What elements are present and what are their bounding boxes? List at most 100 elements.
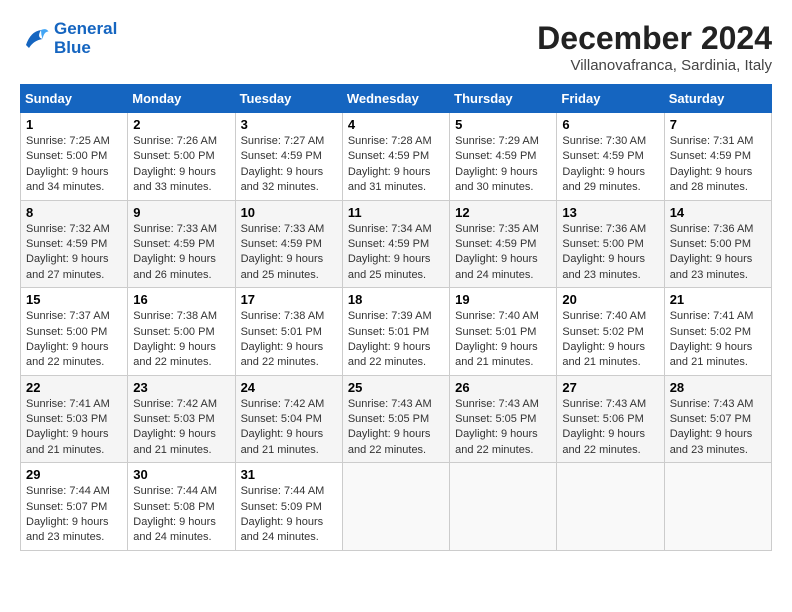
day-number: 6 (562, 117, 658, 132)
day-info: Sunrise: 7:32 AMSunset: 4:59 PMDaylight:… (26, 223, 110, 281)
day-info: Sunrise: 7:44 AMSunset: 5:09 PMDaylight:… (241, 485, 325, 543)
calendar-header-cell: Thursday (450, 85, 557, 113)
logo: General Blue (20, 20, 117, 57)
calendar-header-cell: Tuesday (235, 85, 342, 113)
day-info: Sunrise: 7:39 AMSunset: 5:01 PMDaylight:… (348, 310, 432, 368)
location: Villanovafranca, Sardinia, Italy (537, 57, 772, 74)
day-info: Sunrise: 7:43 AMSunset: 5:05 PMDaylight:… (455, 398, 539, 456)
title-block: December 2024 Villanovafranca, Sardinia,… (537, 20, 772, 74)
day-info: Sunrise: 7:44 AMSunset: 5:07 PMDaylight:… (26, 485, 110, 543)
calendar-week-row: 8 Sunrise: 7:32 AMSunset: 4:59 PMDayligh… (21, 200, 772, 288)
calendar-day-cell: 4 Sunrise: 7:28 AMSunset: 4:59 PMDayligh… (342, 113, 449, 201)
calendar-day-cell: 22 Sunrise: 7:41 AMSunset: 5:03 PMDaylig… (21, 375, 128, 463)
day-number: 11 (348, 205, 444, 220)
calendar-day-cell: 8 Sunrise: 7:32 AMSunset: 4:59 PMDayligh… (21, 200, 128, 288)
day-info: Sunrise: 7:26 AMSunset: 5:00 PMDaylight:… (133, 135, 217, 193)
day-info: Sunrise: 7:36 AMSunset: 5:00 PMDaylight:… (670, 223, 754, 281)
page-header: General Blue December 2024 Villanovafran… (20, 20, 772, 74)
day-info: Sunrise: 7:43 AMSunset: 5:06 PMDaylight:… (562, 398, 646, 456)
day-number: 26 (455, 380, 551, 395)
calendar-table: SundayMondayTuesdayWednesdayThursdayFrid… (20, 84, 772, 551)
calendar-day-cell: 2 Sunrise: 7:26 AMSunset: 5:00 PMDayligh… (128, 113, 235, 201)
calendar-day-cell: 12 Sunrise: 7:35 AMSunset: 4:59 PMDaylig… (450, 200, 557, 288)
calendar-week-row: 15 Sunrise: 7:37 AMSunset: 5:00 PMDaylig… (21, 288, 772, 376)
day-number: 8 (26, 205, 122, 220)
calendar-day-cell: 5 Sunrise: 7:29 AMSunset: 4:59 PMDayligh… (450, 113, 557, 201)
day-number: 22 (26, 380, 122, 395)
day-number: 12 (455, 205, 551, 220)
day-number: 29 (26, 467, 122, 482)
day-number: 16 (133, 292, 229, 307)
calendar-header-cell: Sunday (21, 85, 128, 113)
day-info: Sunrise: 7:27 AMSunset: 4:59 PMDaylight:… (241, 135, 325, 193)
calendar-day-cell: 23 Sunrise: 7:42 AMSunset: 5:03 PMDaylig… (128, 375, 235, 463)
day-info: Sunrise: 7:40 AMSunset: 5:02 PMDaylight:… (562, 310, 646, 368)
day-info: Sunrise: 7:34 AMSunset: 4:59 PMDaylight:… (348, 223, 432, 281)
day-number: 1 (26, 117, 122, 132)
calendar-day-cell: 25 Sunrise: 7:43 AMSunset: 5:05 PMDaylig… (342, 375, 449, 463)
day-info: Sunrise: 7:29 AMSunset: 4:59 PMDaylight:… (455, 135, 539, 193)
calendar-day-cell (450, 463, 557, 551)
logo-bird-icon (20, 24, 50, 54)
day-number: 15 (26, 292, 122, 307)
day-info: Sunrise: 7:41 AMSunset: 5:03 PMDaylight:… (26, 398, 110, 456)
day-info: Sunrise: 7:37 AMSunset: 5:00 PMDaylight:… (26, 310, 110, 368)
calendar-day-cell (557, 463, 664, 551)
day-info: Sunrise: 7:43 AMSunset: 5:05 PMDaylight:… (348, 398, 432, 456)
day-info: Sunrise: 7:36 AMSunset: 5:00 PMDaylight:… (562, 223, 646, 281)
day-info: Sunrise: 7:35 AMSunset: 4:59 PMDaylight:… (455, 223, 539, 281)
day-number: 20 (562, 292, 658, 307)
calendar-day-cell: 24 Sunrise: 7:42 AMSunset: 5:04 PMDaylig… (235, 375, 342, 463)
day-info: Sunrise: 7:33 AMSunset: 4:59 PMDaylight:… (133, 223, 217, 281)
calendar-day-cell: 27 Sunrise: 7:43 AMSunset: 5:06 PMDaylig… (557, 375, 664, 463)
calendar-day-cell: 29 Sunrise: 7:44 AMSunset: 5:07 PMDaylig… (21, 463, 128, 551)
day-info: Sunrise: 7:28 AMSunset: 4:59 PMDaylight:… (348, 135, 432, 193)
calendar-day-cell: 3 Sunrise: 7:27 AMSunset: 4:59 PMDayligh… (235, 113, 342, 201)
day-info: Sunrise: 7:38 AMSunset: 5:01 PMDaylight:… (241, 310, 325, 368)
day-info: Sunrise: 7:42 AMSunset: 5:03 PMDaylight:… (133, 398, 217, 456)
day-number: 18 (348, 292, 444, 307)
calendar-day-cell: 26 Sunrise: 7:43 AMSunset: 5:05 PMDaylig… (450, 375, 557, 463)
day-info: Sunrise: 7:25 AMSunset: 5:00 PMDaylight:… (26, 135, 110, 193)
day-info: Sunrise: 7:41 AMSunset: 5:02 PMDaylight:… (670, 310, 754, 368)
calendar-day-cell: 31 Sunrise: 7:44 AMSunset: 5:09 PMDaylig… (235, 463, 342, 551)
calendar-header-cell: Saturday (664, 85, 771, 113)
calendar-day-cell: 18 Sunrise: 7:39 AMSunset: 5:01 PMDaylig… (342, 288, 449, 376)
day-number: 21 (670, 292, 766, 307)
day-info: Sunrise: 7:40 AMSunset: 5:01 PMDaylight:… (455, 310, 539, 368)
calendar-day-cell: 9 Sunrise: 7:33 AMSunset: 4:59 PMDayligh… (128, 200, 235, 288)
calendar-day-cell: 21 Sunrise: 7:41 AMSunset: 5:02 PMDaylig… (664, 288, 771, 376)
day-number: 9 (133, 205, 229, 220)
calendar-day-cell: 19 Sunrise: 7:40 AMSunset: 5:01 PMDaylig… (450, 288, 557, 376)
calendar-week-row: 1 Sunrise: 7:25 AMSunset: 5:00 PMDayligh… (21, 113, 772, 201)
calendar-day-cell: 17 Sunrise: 7:38 AMSunset: 5:01 PMDaylig… (235, 288, 342, 376)
day-number: 23 (133, 380, 229, 395)
calendar-day-cell: 30 Sunrise: 7:44 AMSunset: 5:08 PMDaylig… (128, 463, 235, 551)
calendar-day-cell: 20 Sunrise: 7:40 AMSunset: 5:02 PMDaylig… (557, 288, 664, 376)
calendar-day-cell: 11 Sunrise: 7:34 AMSunset: 4:59 PMDaylig… (342, 200, 449, 288)
day-number: 25 (348, 380, 444, 395)
day-number: 10 (241, 205, 337, 220)
month-title: December 2024 (537, 20, 772, 57)
day-info: Sunrise: 7:43 AMSunset: 5:07 PMDaylight:… (670, 398, 754, 456)
day-number: 24 (241, 380, 337, 395)
day-number: 30 (133, 467, 229, 482)
day-number: 27 (562, 380, 658, 395)
calendar-day-cell: 15 Sunrise: 7:37 AMSunset: 5:00 PMDaylig… (21, 288, 128, 376)
day-info: Sunrise: 7:31 AMSunset: 4:59 PMDaylight:… (670, 135, 754, 193)
day-number: 31 (241, 467, 337, 482)
calendar-day-cell (342, 463, 449, 551)
day-number: 2 (133, 117, 229, 132)
day-info: Sunrise: 7:30 AMSunset: 4:59 PMDaylight:… (562, 135, 646, 193)
day-info: Sunrise: 7:42 AMSunset: 5:04 PMDaylight:… (241, 398, 325, 456)
calendar-header-cell: Wednesday (342, 85, 449, 113)
calendar-week-row: 22 Sunrise: 7:41 AMSunset: 5:03 PMDaylig… (21, 375, 772, 463)
calendar-day-cell: 14 Sunrise: 7:36 AMSunset: 5:00 PMDaylig… (664, 200, 771, 288)
calendar-header-cell: Monday (128, 85, 235, 113)
calendar-day-cell: 1 Sunrise: 7:25 AMSunset: 5:00 PMDayligh… (21, 113, 128, 201)
day-number: 3 (241, 117, 337, 132)
day-info: Sunrise: 7:44 AMSunset: 5:08 PMDaylight:… (133, 485, 217, 543)
calendar-header-cell: Friday (557, 85, 664, 113)
day-number: 14 (670, 205, 766, 220)
calendar-day-cell: 7 Sunrise: 7:31 AMSunset: 4:59 PMDayligh… (664, 113, 771, 201)
